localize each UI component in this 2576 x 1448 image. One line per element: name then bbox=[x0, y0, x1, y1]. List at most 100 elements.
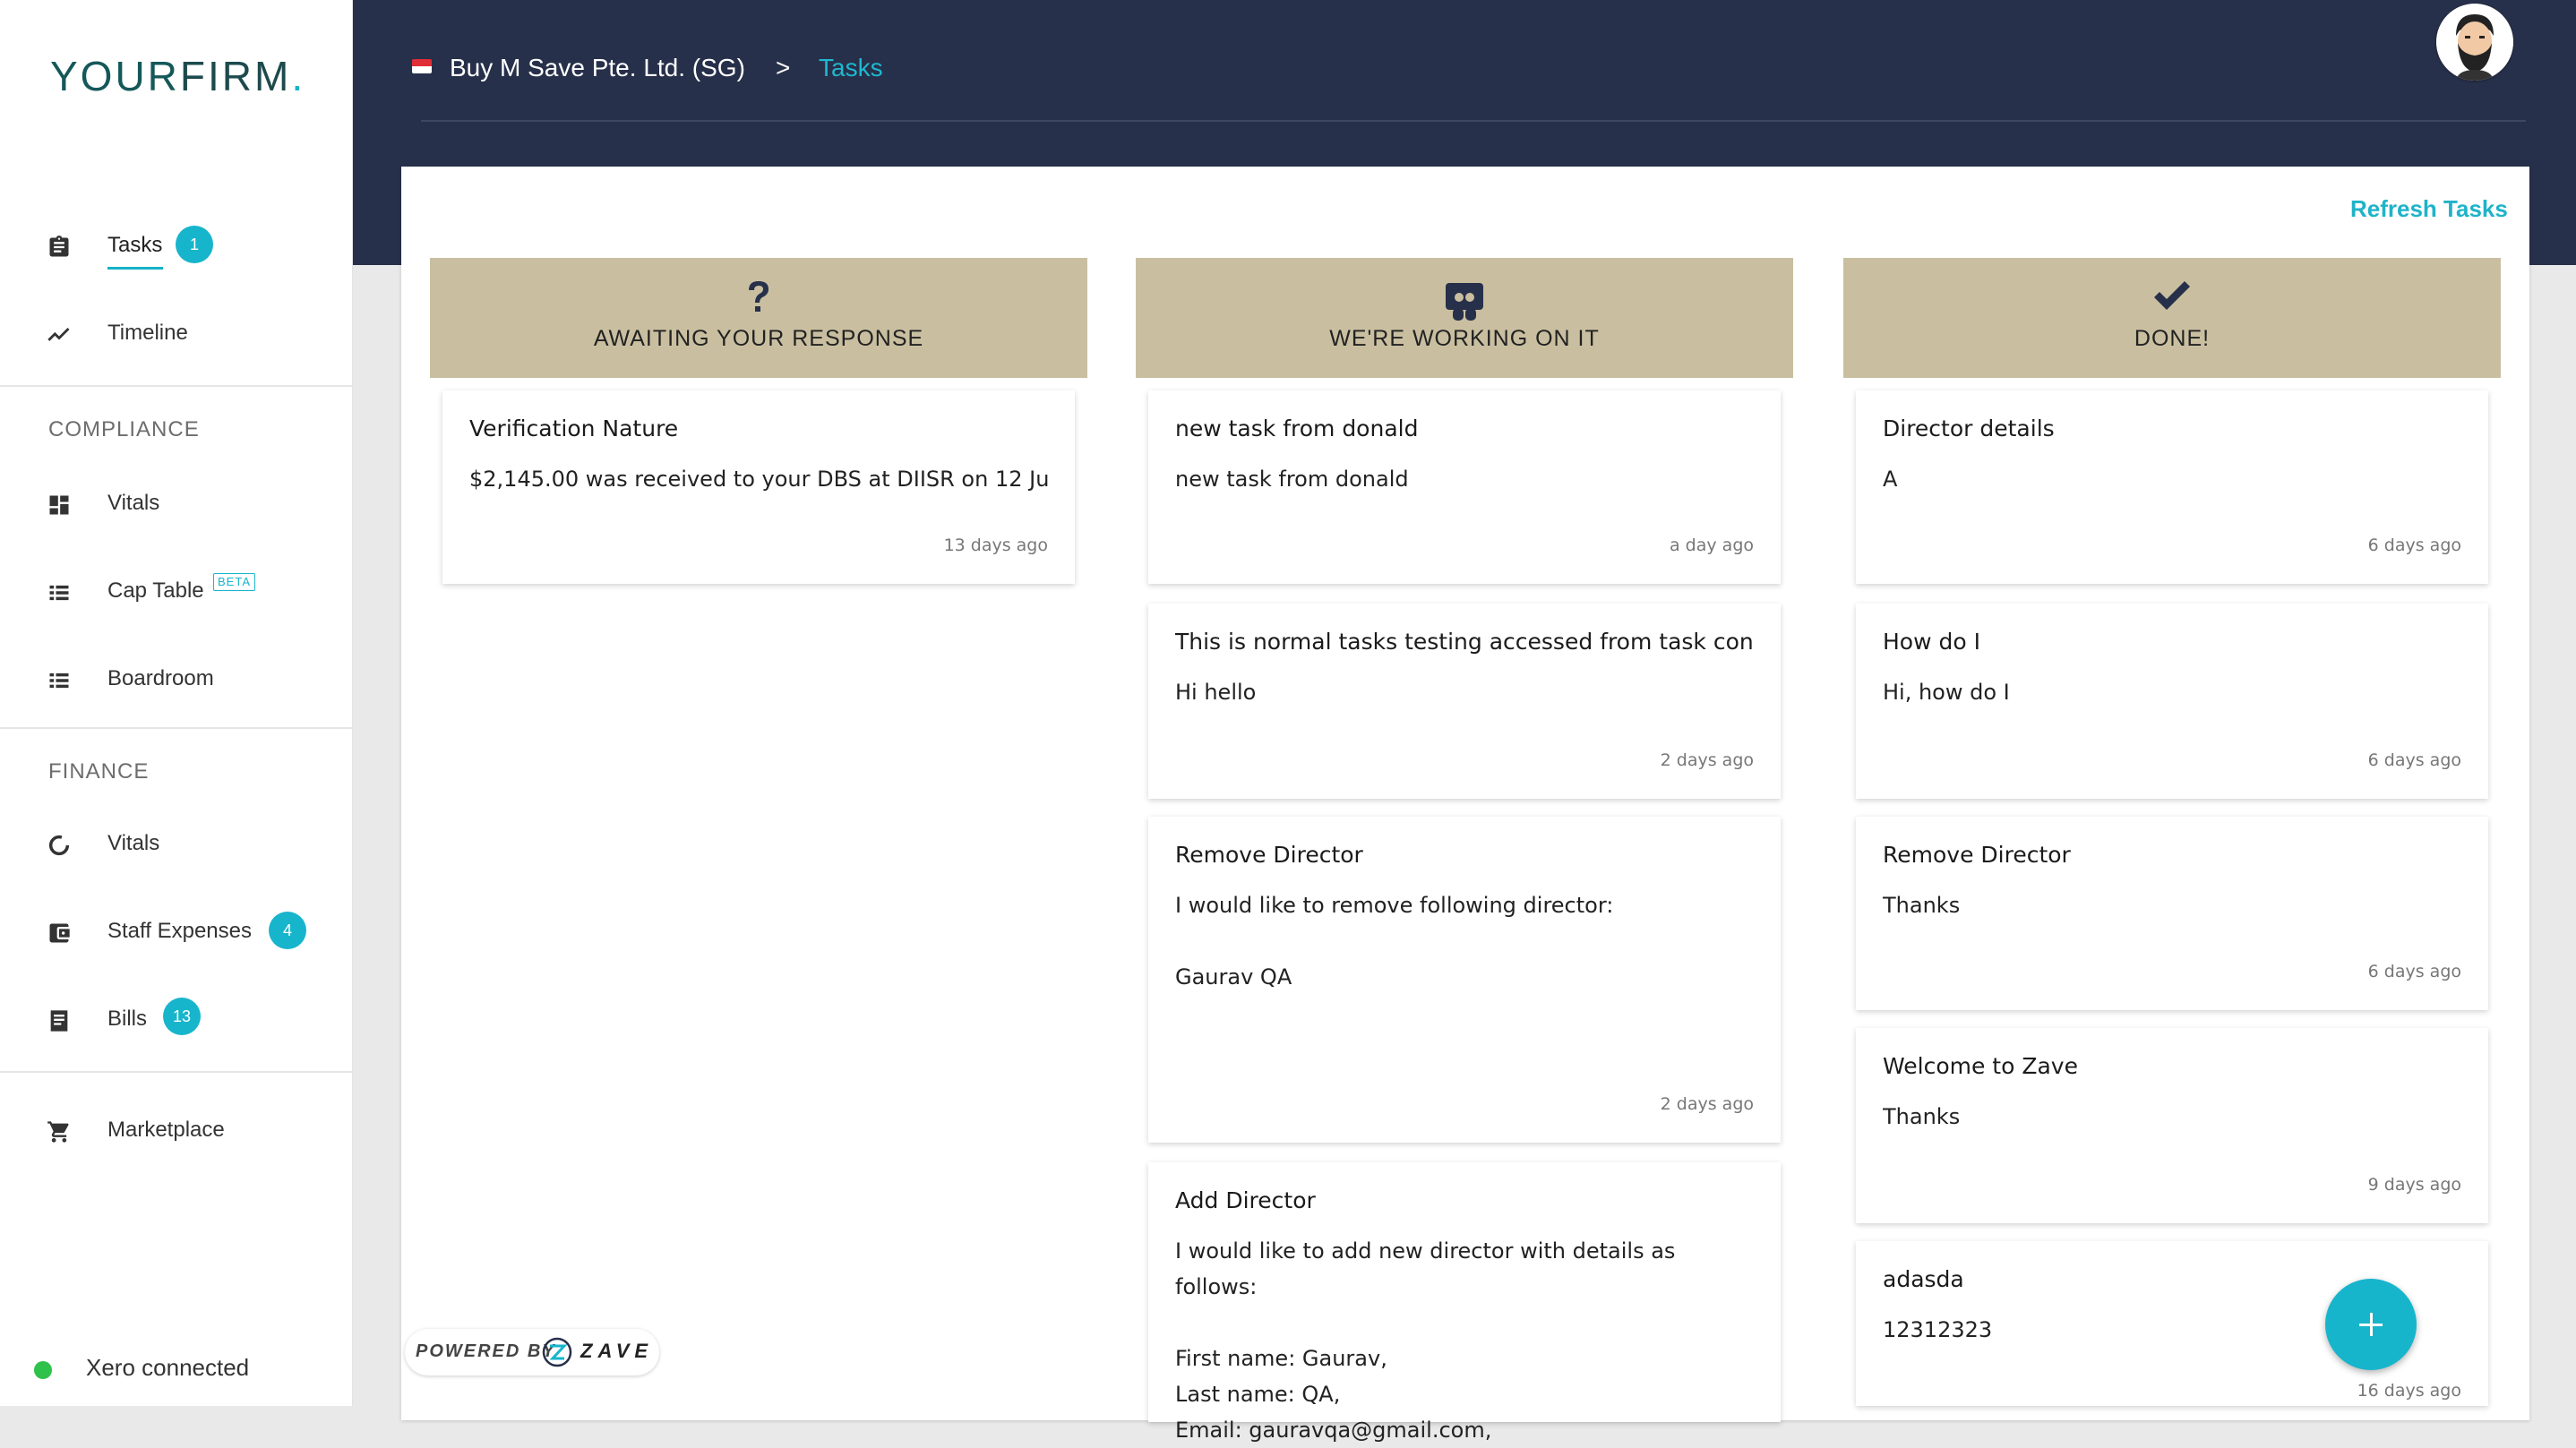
task-body: I would like to remove following directo… bbox=[1175, 893, 1614, 990]
breadcrumb-current: Tasks bbox=[819, 54, 883, 81]
task-body: Hi hello bbox=[1175, 680, 1257, 705]
task-time: 6 days ago bbox=[2367, 962, 2461, 981]
task-time: 2 days ago bbox=[1660, 1094, 1754, 1114]
check-icon bbox=[2154, 281, 2190, 310]
task-card[interactable]: Welcome to Zave Thanks 9 days ago bbox=[1856, 1028, 2488, 1223]
refresh-tasks-button[interactable]: Refresh Tasks bbox=[2350, 195, 2508, 223]
task-title: Welcome to Zave bbox=[1883, 1053, 2078, 1079]
task-time: a day ago bbox=[1670, 536, 1754, 555]
singapore-flag-icon bbox=[412, 59, 432, 73]
powered-by-badge[interactable]: POWERED BY ZAVE bbox=[405, 1329, 659, 1375]
task-card[interactable]: Remove Director I would like to remove f… bbox=[1148, 817, 1781, 1143]
sidebar-item-finance-vitals[interactable]: Vitals bbox=[0, 817, 353, 870]
task-time: 6 days ago bbox=[2367, 750, 2461, 770]
task-body: Thanks bbox=[1883, 1104, 1961, 1129]
sidebar-item-label: Staff Expenses bbox=[107, 919, 252, 943]
add-task-button[interactable] bbox=[2325, 1279, 2417, 1370]
zave-logo-icon bbox=[542, 1337, 572, 1367]
task-body: $2,145.00 was received to your DBS at DI… bbox=[469, 467, 1048, 492]
sidebar-item-marketplace[interactable]: Marketplace bbox=[0, 1103, 353, 1157]
shopping-cart-icon bbox=[47, 1121, 69, 1143]
task-title: Remove Director bbox=[1883, 842, 2071, 868]
bearded-man-avatar-icon bbox=[2436, 4, 2513, 81]
zave-brand-text: ZAVE bbox=[580, 1340, 654, 1362]
sidebar-item-label: Tasks bbox=[107, 233, 163, 257]
sidebar-item-label: Bills bbox=[107, 1007, 148, 1031]
task-card[interactable]: Add Director I would like to add new dir… bbox=[1148, 1162, 1781, 1443]
logo-bold-text: YOUR bbox=[50, 53, 180, 99]
task-title: new task from donald bbox=[1175, 416, 1419, 441]
column-header-working: WE'RE WORKING ON IT bbox=[1136, 258, 1793, 378]
task-body: new task from donald bbox=[1175, 467, 1409, 492]
task-title: This is normal tasks testing accessed fr… bbox=[1175, 629, 1754, 655]
task-time: 2 days ago bbox=[1660, 750, 1754, 770]
sidebar-item-bills[interactable]: Bills 13 bbox=[0, 992, 353, 1046]
list-icon bbox=[49, 585, 69, 601]
sidebar-item-label: Marketplace bbox=[107, 1118, 225, 1142]
sidebar-divider bbox=[0, 1071, 353, 1073]
task-card[interactable]: new task from donald new task from donal… bbox=[1148, 390, 1781, 584]
column-title: WE'RE WORKING ON IT bbox=[1329, 326, 1600, 351]
logo-light-text: FIRM bbox=[179, 53, 292, 99]
task-card[interactable]: How do I Hi, how do I 6 days ago bbox=[1856, 604, 2488, 799]
sidebar-item-cap-table[interactable]: Cap Table BETA bbox=[0, 564, 353, 618]
task-card[interactable]: This is normal tasks testing accessed fr… bbox=[1148, 604, 1781, 799]
tasks-count-badge: 1 bbox=[176, 226, 213, 263]
bills-count-badge: 13 bbox=[163, 998, 201, 1035]
xero-status-label: Xero connected bbox=[86, 1354, 250, 1381]
dashboard-icon bbox=[49, 495, 69, 515]
status-dot bbox=[34, 1361, 52, 1379]
task-time: 13 days ago bbox=[943, 536, 1048, 555]
task-title: Verification Nature bbox=[469, 416, 679, 441]
staff-expenses-count-badge: 4 bbox=[269, 912, 306, 949]
column-header-done: DONE! bbox=[1843, 258, 2501, 378]
active-underline bbox=[107, 267, 163, 270]
sidebar-item-boardroom[interactable]: Boardroom bbox=[0, 652, 353, 706]
sidebar-item-label: Vitals bbox=[107, 831, 160, 855]
question-icon bbox=[749, 281, 769, 312]
task-card[interactable]: Verification Nature $2,145.00 was receiv… bbox=[442, 390, 1075, 584]
plus-icon bbox=[2370, 1313, 2373, 1336]
sidebar-item-label: Vitals bbox=[107, 491, 160, 515]
wallet-icon bbox=[49, 923, 70, 943]
sidebar-item-label: Timeline bbox=[107, 321, 188, 345]
sidebar-item-staff-expenses[interactable]: Staff Expenses 4 bbox=[0, 904, 353, 958]
donut-chart-icon bbox=[48, 835, 70, 856]
sidebar-item-label: Cap Table bbox=[107, 578, 204, 603]
column-title: DONE! bbox=[2134, 326, 2211, 351]
sidebar-item-compliance-vitals[interactable]: Vitals bbox=[0, 476, 353, 530]
task-body: Hi, how do I bbox=[1883, 680, 2010, 705]
task-title: How do I bbox=[1883, 629, 1980, 655]
breadcrumb-company[interactable]: Buy M Save Pte. Ltd. (SG) bbox=[450, 54, 745, 82]
column-title: AWAITING YOUR RESPONSE bbox=[593, 326, 924, 351]
task-body: A bbox=[1883, 467, 1898, 492]
column-header-awaiting: AWAITING YOUR RESPONSE bbox=[430, 258, 1087, 378]
sidebar-item-timeline[interactable]: Timeline bbox=[0, 306, 353, 360]
section-heading-finance: FINANCE bbox=[48, 759, 150, 784]
task-title: Director details bbox=[1883, 416, 2055, 441]
powered-by-label: POWERED BY bbox=[416, 1341, 556, 1361]
task-card[interactable]: Director details A 6 days ago bbox=[1856, 390, 2488, 584]
brand-logo[interactable]: YOURFIRM. bbox=[50, 52, 305, 100]
receipt-icon bbox=[50, 1010, 68, 1032]
list-icon bbox=[49, 673, 69, 689]
trending-line-icon bbox=[47, 328, 70, 341]
logo-dot: . bbox=[291, 53, 306, 99]
sidebar-item-label: Boardroom bbox=[107, 666, 214, 690]
sidebar-divider bbox=[0, 385, 353, 387]
header-divider bbox=[421, 120, 2526, 122]
sidebar-item-tasks[interactable]: Tasks 1 bbox=[0, 218, 353, 272]
sidebar: YOURFIRM. Tasks 1 Timeline COMPLIANCE Vi… bbox=[0, 0, 353, 1406]
task-time: 16 days ago bbox=[2357, 1381, 2461, 1401]
beta-badge: BETA bbox=[213, 573, 255, 591]
task-body: I would like to add new director with de… bbox=[1175, 1238, 1676, 1443]
breadcrumb-separator: > bbox=[776, 54, 791, 81]
avatar[interactable] bbox=[2436, 4, 2513, 81]
task-card[interactable]: Remove Director Thanks 6 days ago bbox=[1856, 817, 2488, 1010]
task-title: Add Director bbox=[1175, 1187, 1316, 1213]
task-body: Thanks bbox=[1883, 893, 1961, 918]
support-team-icon bbox=[1446, 283, 1483, 321]
sidebar-divider bbox=[0, 727, 353, 729]
task-time: 6 days ago bbox=[2367, 536, 2461, 555]
task-time: 9 days ago bbox=[2367, 1175, 2461, 1195]
